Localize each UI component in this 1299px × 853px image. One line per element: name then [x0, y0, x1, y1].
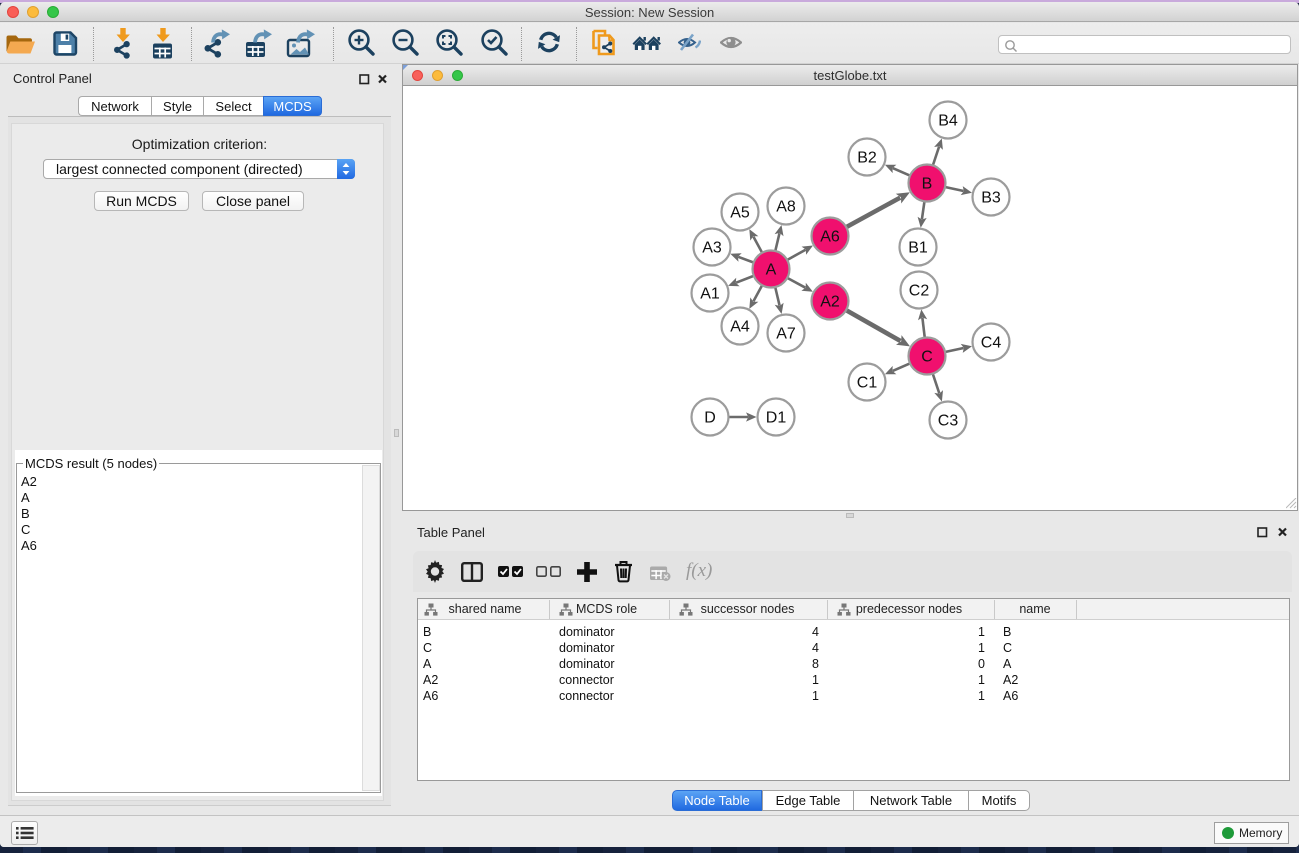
- svg-text:C2: C2: [909, 283, 930, 300]
- svg-text:B4: B4: [938, 113, 958, 130]
- svg-text:C3: C3: [938, 413, 959, 430]
- svg-text:B2: B2: [857, 150, 877, 167]
- svg-text:C4: C4: [981, 335, 1002, 352]
- svg-text:A7: A7: [776, 326, 796, 343]
- svg-text:D1: D1: [766, 410, 787, 427]
- svg-text:A1: A1: [700, 286, 720, 303]
- svg-text:A8: A8: [776, 199, 796, 216]
- svg-text:A4: A4: [730, 319, 750, 336]
- svg-text:B: B: [922, 176, 933, 193]
- svg-text:A6: A6: [820, 229, 840, 246]
- svg-text:C1: C1: [857, 375, 878, 392]
- svg-text:A: A: [766, 262, 777, 279]
- svg-text:A2: A2: [820, 294, 840, 311]
- svg-text:D: D: [704, 410, 716, 427]
- svg-text:C: C: [921, 349, 933, 366]
- svg-text:A3: A3: [702, 240, 722, 257]
- svg-text:B1: B1: [908, 240, 928, 257]
- svg-text:B3: B3: [981, 190, 1001, 207]
- svg-text:A5: A5: [730, 205, 750, 222]
